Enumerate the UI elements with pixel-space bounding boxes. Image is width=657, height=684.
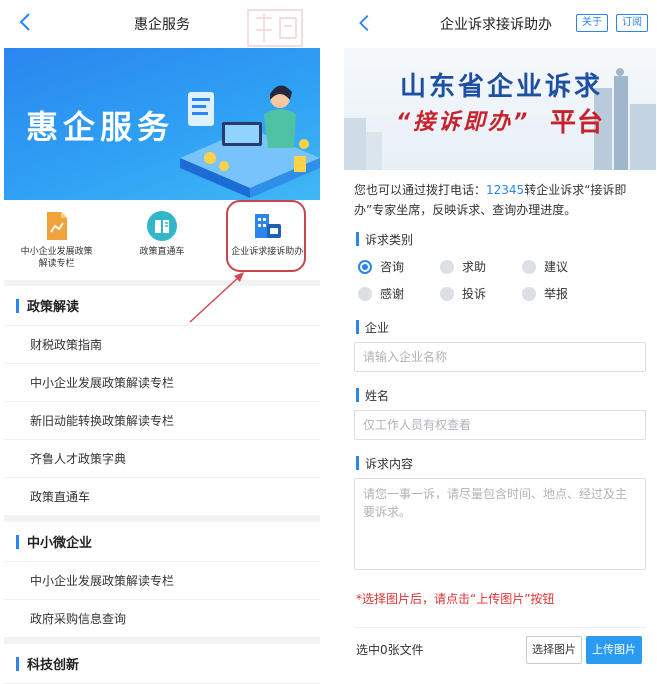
quick-entry-policy-express[interactable]: 政策直通车 bbox=[109, 200, 214, 280]
section-accent-bar bbox=[16, 534, 19, 549]
quick-entry-label: 政策直通车 bbox=[139, 247, 185, 257]
quick-entry-row: 中小企业发展政策解读专栏 政策直通车 企业诉求接诉助办 bbox=[4, 200, 320, 286]
menu-item[interactable]: 新旧动能转换政策解读专栏 bbox=[4, 402, 320, 440]
radio-help[interactable]: 求助 bbox=[440, 258, 522, 275]
right-screen: 企业诉求接诉助办 关于 订阅 山东省企业诉求 “接诉即办” 平台 您也可以通过拨… bbox=[344, 0, 656, 684]
field-label: 诉求类别 bbox=[365, 232, 414, 247]
field-label: 姓名 bbox=[365, 388, 390, 403]
banner-line2: “接诉即办” bbox=[396, 110, 531, 135]
menu-item[interactable]: 政策直通车 bbox=[4, 478, 320, 516]
banner-illustration bbox=[180, 85, 320, 198]
select-image-button[interactable]: 选择图片 bbox=[526, 636, 582, 664]
radio-dot bbox=[522, 286, 536, 301]
radio-dot bbox=[440, 259, 454, 274]
radio-label: 感谢 bbox=[380, 287, 405, 301]
label-accent-bar bbox=[356, 232, 359, 246]
radio-label: 求助 bbox=[462, 260, 487, 274]
quick-entry-enterprise-appeal[interactable]: 企业诉求接诉助办 bbox=[215, 200, 320, 280]
radio-label: 举报 bbox=[544, 287, 569, 301]
label-accent-bar bbox=[356, 320, 359, 334]
section-sme: 中小微企业 中小企业发展政策解读专栏 政府采购信息查询 bbox=[4, 522, 320, 638]
field-label: 诉求内容 bbox=[365, 456, 414, 471]
about-button[interactable]: 关于 bbox=[576, 14, 608, 32]
upload-bar: 选中0张文件 选择图片 上传图片 bbox=[354, 627, 646, 671]
menu-item[interactable]: 齐鲁人才政策字典 bbox=[4, 440, 320, 478]
menu-item[interactable]: 财税政策指南 bbox=[4, 326, 320, 364]
label-accent-bar bbox=[356, 456, 359, 470]
category-label: 诉求类别 bbox=[344, 230, 656, 248]
section-accent-bar bbox=[16, 298, 19, 313]
section-title: 科技创新 bbox=[27, 658, 80, 673]
banner-line1: 山东省企业诉求 bbox=[400, 72, 604, 102]
radio-thanks[interactable]: 感谢 bbox=[358, 285, 440, 302]
radio-dot bbox=[358, 259, 372, 274]
radio-suggest[interactable]: 建议 bbox=[522, 258, 604, 275]
building-icon bbox=[255, 214, 282, 238]
radio-report[interactable]: 举报 bbox=[522, 285, 604, 302]
page-title: 企业诉求接诉助办 bbox=[440, 17, 552, 33]
section-header: 政策解读 bbox=[4, 286, 320, 326]
quick-entry-label: 企业诉求接诉助办 bbox=[231, 247, 304, 257]
chart-doc-icon bbox=[46, 212, 67, 240]
radio-label: 投诉 bbox=[462, 287, 487, 301]
hero-banner: 惠企服务 bbox=[4, 48, 320, 200]
banner-platform: 平台 bbox=[550, 108, 605, 138]
right-navbar: 企业诉求接诉助办 关于 订阅 bbox=[344, 0, 656, 48]
radio-complaint[interactable]: 投诉 bbox=[440, 285, 522, 302]
upload-image-button[interactable]: 上传图片 bbox=[586, 636, 642, 664]
name-input[interactable] bbox=[354, 410, 646, 440]
field-label: 企业 bbox=[365, 320, 390, 335]
banner-title: 惠企服务 bbox=[26, 108, 175, 146]
radio-dot bbox=[358, 286, 372, 301]
file-count: 选中0张文件 bbox=[356, 643, 424, 657]
radio-label: 建议 bbox=[544, 260, 569, 274]
left-screen: 惠企服务 惠企服务 中小企业发展政策解读专栏 政策直通车 企业诉求接诉助办 政策… bbox=[4, 0, 320, 684]
radio-dot bbox=[440, 286, 454, 301]
section-header: 中小微企业 bbox=[4, 522, 320, 562]
section-policy: 政策解读 财税政策指南 中小企业发展政策解读专栏 新旧动能转换政策解读专栏 齐鲁… bbox=[4, 286, 320, 516]
watermark-stamp bbox=[246, 8, 304, 48]
book-icon bbox=[146, 211, 177, 241]
left-navbar: 惠企服务 bbox=[4, 0, 320, 48]
company-label: 企业 bbox=[344, 318, 656, 336]
company-input[interactable] bbox=[354, 342, 646, 372]
category-radio-group: 咨询 求助 建议 感谢 投诉 举报 bbox=[344, 258, 656, 302]
upload-warning: *选择图片后，请点击“上传图片”按钮 bbox=[356, 592, 555, 606]
section-title: 政策解读 bbox=[27, 300, 80, 315]
radio-dot bbox=[522, 259, 536, 274]
back-arrow-icon[interactable] bbox=[354, 12, 376, 34]
subscribe-button[interactable]: 订阅 bbox=[616, 14, 648, 32]
content-textarea[interactable] bbox=[354, 478, 646, 570]
radio-label: 咨询 bbox=[380, 260, 405, 274]
quick-entry-policy-column[interactable]: 中小企业发展政策解读专栏 bbox=[4, 200, 109, 280]
name-label: 姓名 bbox=[344, 386, 656, 404]
menu-item[interactable]: 中小企业发展政策解读专栏 bbox=[4, 562, 320, 600]
menu-item[interactable]: 政府采购信息查询 bbox=[4, 600, 320, 638]
hotline-number[interactable]: 12345 bbox=[486, 183, 524, 197]
hotline-info: 您也可以通过拨打电话：12345转企业诉求“接诉即办”专家坐席，反映诉求、查询办… bbox=[344, 170, 656, 220]
label-accent-bar bbox=[356, 388, 359, 402]
section-accent-bar bbox=[16, 656, 19, 671]
radio-consult[interactable]: 咨询 bbox=[358, 258, 440, 275]
section-title: 中小微企业 bbox=[27, 536, 93, 551]
menu-item[interactable]: 中小企业发展政策解读专栏 bbox=[4, 364, 320, 402]
info-prefix: 您也可以通过拨打电话： bbox=[354, 183, 487, 197]
section-tech: 科技创新 bbox=[4, 644, 320, 684]
quick-entry-label: 中小企业发展政策解读专栏 bbox=[20, 247, 93, 269]
platform-banner: 山东省企业诉求 “接诉即办” 平台 bbox=[344, 48, 656, 170]
section-header: 科技创新 bbox=[4, 644, 320, 684]
content-label: 诉求内容 bbox=[344, 454, 656, 472]
